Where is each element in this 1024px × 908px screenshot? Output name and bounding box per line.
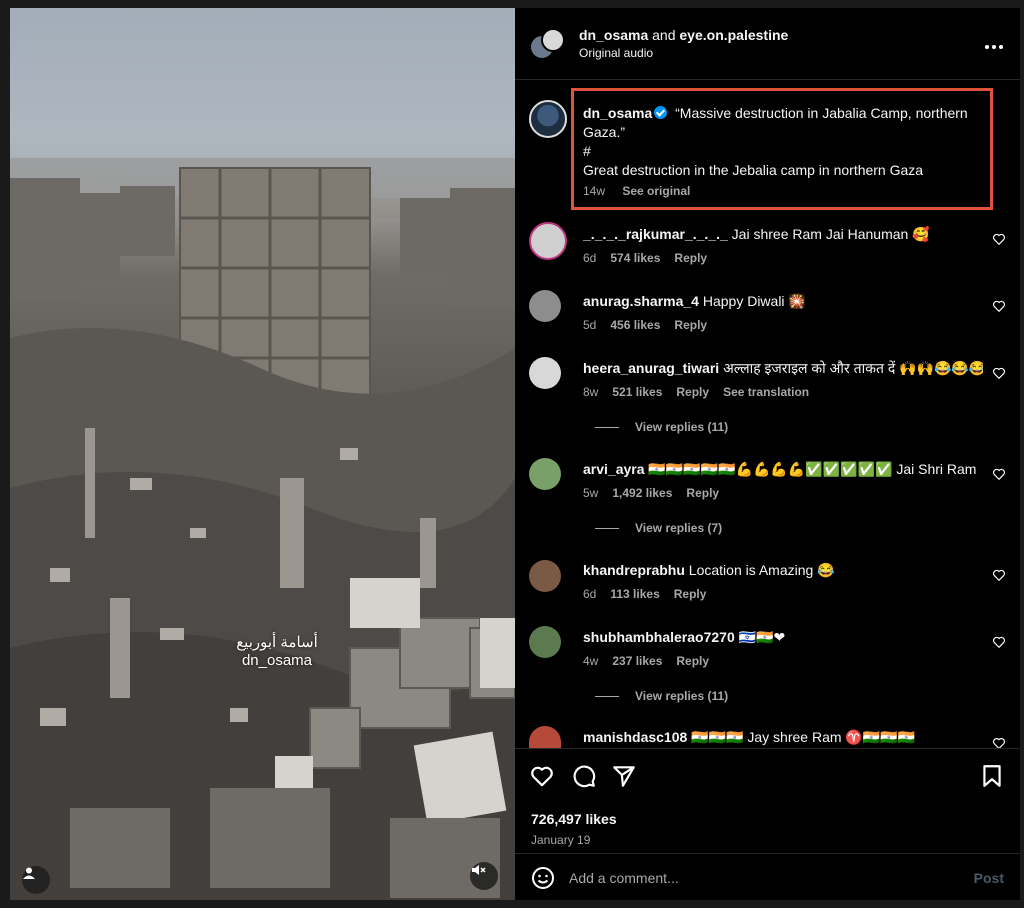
- comment-meta: 6d 113 likes Reply: [583, 587, 720, 601]
- comment-time: 5w: [583, 486, 599, 500]
- audio-link[interactable]: Original audio: [579, 46, 653, 60]
- authors-joiner: and: [652, 27, 676, 43]
- comment-likes[interactable]: 456 likes: [610, 318, 660, 332]
- comment-meta: 4w 237 likes Reply: [583, 654, 723, 668]
- post-header: dn_osama and eye.on.palestine Original a…: [515, 8, 1020, 80]
- author-link[interactable]: eye.on.palestine: [679, 27, 788, 43]
- post-modal: أسامة أبوربيع dn_osama dn_osama and eye.…: [10, 8, 1020, 900]
- watermark-username: dn_osama: [241, 652, 313, 669]
- comment-meta: 5w 1,492 likes Reply: [583, 486, 733, 500]
- comment-text: arvi_ayra 🇮🇳🇮🇳🇮🇳🇮🇳🇮🇳💪💪💪💪✅✅✅✅✅ Jai Shri R…: [583, 460, 983, 478]
- author-link[interactable]: dn_osama: [579, 27, 648, 43]
- more-options-button[interactable]: [984, 34, 1004, 55]
- view-replies-button[interactable]: View replies (7): [595, 521, 722, 535]
- emoji-icon[interactable]: [531, 866, 555, 890]
- post-media[interactable]: أسامة أبوربيع dn_osama: [10, 8, 515, 900]
- avatar[interactable]: [529, 726, 561, 748]
- heart-icon[interactable]: [992, 366, 1006, 380]
- comment-body: Happy Diwali 🎇: [702, 293, 806, 309]
- comment-likes[interactable]: 237 likes: [612, 654, 662, 668]
- comment-time: 8w: [583, 385, 599, 399]
- comment-body: अल्लाह इजराइल को और ताकत दें 🙌🙌😂😂😂: [723, 360, 983, 376]
- bookmark-icon[interactable]: [979, 763, 1005, 789]
- avatar[interactable]: [529, 560, 561, 592]
- caption-highlight-box: [571, 88, 993, 210]
- reply-button[interactable]: Reply: [674, 318, 707, 332]
- comment-meta: 8w 521 likes Reply See translation: [583, 385, 823, 399]
- heart-icon[interactable]: [992, 299, 1006, 313]
- avatar[interactable]: [529, 626, 561, 658]
- comment-username[interactable]: arvi_ayra: [583, 461, 645, 477]
- mute-button[interactable]: [470, 862, 498, 890]
- comment-username[interactable]: khandreprabhu: [583, 562, 685, 578]
- comment-username[interactable]: anurag.sharma_4: [583, 293, 699, 309]
- comment-body: 🇮🇱🇮🇳❤: [738, 629, 786, 645]
- comment-icon[interactable]: [571, 763, 597, 789]
- more-horizontal-icon: [985, 45, 1003, 49]
- heart-icon[interactable]: [992, 635, 1006, 649]
- post-comment-button[interactable]: Post: [974, 870, 1004, 886]
- comment-body: 🇮🇳🇮🇳🇮🇳🇮🇳🇮🇳💪💪💪💪✅✅✅✅✅ Jai Shri Ram: [648, 461, 977, 477]
- post-actions: 726,497 likes January 19 Post: [515, 748, 1020, 900]
- heart-icon[interactable]: [992, 232, 1006, 246]
- comment-input[interactable]: [569, 864, 929, 892]
- collab-avatars[interactable]: [529, 28, 565, 60]
- share-icon[interactable]: [611, 763, 637, 789]
- see-translation-button[interactable]: See translation: [723, 385, 809, 399]
- tagged-users-button[interactable]: [22, 866, 50, 894]
- avatar[interactable]: [529, 290, 561, 322]
- avatar: [541, 28, 565, 52]
- comment-likes[interactable]: 113 likes: [610, 587, 659, 601]
- comment-username[interactable]: _._._._rajkumar_._._._: [583, 226, 728, 242]
- reply-button[interactable]: Reply: [674, 587, 707, 601]
- reply-button[interactable]: Reply: [676, 385, 709, 399]
- comment-time: 5d: [583, 318, 597, 332]
- comment-body: Jai shree Ram Jai Hanuman 🥰: [731, 226, 930, 242]
- comment-username[interactable]: manishdasc108: [583, 729, 687, 745]
- likes-count[interactable]: 726,497 likes: [531, 811, 617, 827]
- heart-icon[interactable]: [529, 763, 555, 789]
- user-icon: [23, 867, 35, 879]
- comment-text: heera_anurag_tiwari अल्लाह इजराइल को और …: [583, 359, 983, 377]
- view-replies-button[interactable]: View replies (11): [595, 689, 728, 703]
- comment-text: khandreprabhu Location is Amazing 😂: [583, 561, 983, 579]
- comment-text: anurag.sharma_4 Happy Diwali 🎇: [583, 292, 983, 310]
- reply-button[interactable]: Reply: [674, 251, 707, 265]
- view-replies-button[interactable]: View replies (11): [595, 420, 728, 434]
- comment-body: Location is Amazing 😂: [688, 562, 835, 578]
- reply-button[interactable]: Reply: [676, 654, 709, 668]
- speaker-muted-icon: [472, 865, 486, 875]
- comment-time: 6d: [583, 251, 597, 265]
- video-watermark: أسامة أبوربيع dn_osama: [222, 634, 332, 670]
- avatar[interactable]: [529, 222, 567, 260]
- add-comment-bar: Post: [515, 853, 1020, 900]
- comment-time: 6d: [583, 587, 597, 601]
- heart-icon[interactable]: [992, 736, 1006, 748]
- heart-icon[interactable]: [992, 467, 1006, 481]
- comment-text: manishdasc108 🇮🇳🇮🇳🇮🇳 Jay shree Ram ♈🇮🇳🇮🇳…: [583, 728, 983, 748]
- comment-body: 🇮🇳🇮🇳🇮🇳 Jay shree Ram ♈🇮🇳🇮🇳🇮🇳: [691, 729, 916, 745]
- comment-meta: 6d 574 likes Reply: [583, 251, 721, 265]
- avatar[interactable]: [529, 458, 561, 490]
- comment-text: shubhambhalerao7270 🇮🇱🇮🇳❤: [583, 628, 983, 646]
- comment-text: _._._._rajkumar_._._._ Jai shree Ram Jai…: [583, 225, 983, 243]
- comment-likes[interactable]: 521 likes: [612, 385, 662, 399]
- rubble-scene: [10, 8, 515, 900]
- comment-username[interactable]: shubhambhalerao7270: [583, 629, 735, 645]
- comment-likes[interactable]: 1,492 likes: [612, 486, 672, 500]
- post-authors: dn_osama and eye.on.palestine: [579, 26, 788, 44]
- reply-button[interactable]: Reply: [686, 486, 719, 500]
- post-date: January 19: [531, 833, 591, 847]
- comment-username[interactable]: heera_anurag_tiwari: [583, 360, 719, 376]
- watermark-arabic: أسامة أبوربيع: [236, 634, 318, 651]
- comment-meta: 5d 456 likes Reply: [583, 318, 721, 332]
- caption-avatar[interactable]: [529, 100, 567, 138]
- avatar[interactable]: [529, 357, 561, 389]
- comment-time: 4w: [583, 654, 599, 668]
- post-side-panel: dn_osama and eye.on.palestine Original a…: [515, 8, 1020, 900]
- heart-icon[interactable]: [992, 568, 1006, 582]
- comment-likes[interactable]: 574 likes: [610, 251, 660, 265]
